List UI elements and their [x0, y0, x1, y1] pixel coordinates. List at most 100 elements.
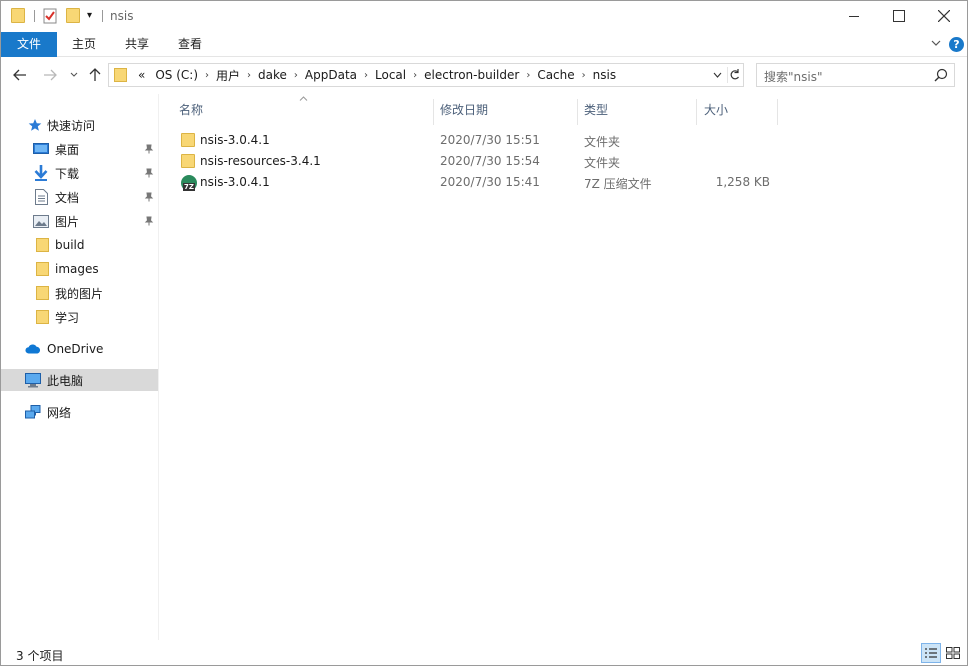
chevron-right-icon[interactable]: ›: [411, 70, 419, 81]
chevron-right-icon[interactable]: ›: [580, 70, 588, 81]
refresh-button[interactable]: [727, 67, 741, 83]
separator: [34, 10, 35, 22]
breadcrumb-local[interactable]: Local: [370, 68, 411, 82]
breadcrumb-nsis[interactable]: nsis: [588, 68, 621, 82]
nav-label: OneDrive: [47, 342, 104, 356]
nav-item-images[interactable]: images: [1, 258, 158, 280]
nav-label: 下载: [55, 166, 80, 181]
breadcrumb-overflow[interactable]: «: [133, 68, 150, 82]
nav-label: images: [55, 262, 99, 276]
separator: [102, 10, 103, 22]
forward-button[interactable]: [41, 66, 59, 84]
nav-label: 快速访问: [47, 118, 96, 133]
breadcrumb: « OS (C:) › 用户 › dake › AppData › Local …: [133, 64, 621, 86]
nav-item-onedrive[interactable]: OneDrive: [1, 338, 158, 360]
column-divider[interactable]: [433, 99, 434, 125]
nav-label: 桌面: [55, 142, 80, 157]
nav-item-my-pictures[interactable]: 我的图片: [1, 282, 158, 304]
chevron-right-icon[interactable]: ›: [292, 70, 300, 81]
folder-icon: [181, 154, 197, 170]
recent-locations-button[interactable]: [65, 66, 83, 84]
column-header-size[interactable]: 大小: [704, 99, 774, 125]
chevron-right-icon[interactable]: ›: [203, 70, 211, 81]
nav-item-quick-access[interactable]: 快速访问: [1, 114, 158, 136]
nav-item-pictures[interactable]: 图片: [1, 210, 158, 232]
properties-icon[interactable]: [43, 8, 58, 27]
nav-label: 学习: [55, 310, 80, 325]
breadcrumb-cache[interactable]: Cache: [532, 68, 579, 82]
nav-label: build: [55, 238, 85, 252]
nav-label: 文档: [55, 190, 80, 205]
minimize-button[interactable]: [831, 1, 877, 31]
breadcrumb-os-c[interactable]: OS (C:): [150, 68, 203, 82]
explorer-window: ▾ nsis 文件 主页 共享 查看 ? « OS (C:) › 用户 › da…: [0, 0, 968, 666]
navigation-bar: « OS (C:) › 用户 › dake › AppData › Local …: [1, 58, 967, 94]
nav-item-documents[interactable]: 文档: [1, 186, 158, 208]
folder-icon: [34, 309, 50, 325]
close-button[interactable]: [921, 1, 967, 31]
folder-icon: [114, 68, 127, 82]
table-row[interactable]: nsis-resources-3.4.1 2020/7/30 15:54 文件夹: [161, 151, 967, 172]
title-bar: ▾ nsis: [1, 1, 967, 32]
column-header-date[interactable]: 修改日期: [440, 99, 570, 125]
search-input[interactable]: 搜索"nsis": [756, 63, 955, 87]
nav-item-desktop[interactable]: 桌面: [1, 138, 158, 160]
large-icons-view-button[interactable]: [943, 643, 963, 663]
chevron-right-icon[interactable]: ›: [524, 70, 532, 81]
customize-quick-access-icon[interactable]: ▾: [87, 10, 92, 21]
search-icon[interactable]: [934, 68, 948, 82]
help-icon[interactable]: ?: [949, 37, 964, 52]
nav-item-build[interactable]: build: [1, 234, 158, 256]
column-divider[interactable]: [577, 99, 578, 125]
file-modified: 2020/7/30 15:41: [440, 175, 540, 189]
back-button[interactable]: [11, 66, 29, 84]
nav-item-study[interactable]: 学习: [1, 306, 158, 328]
pin-icon[interactable]: [144, 144, 154, 154]
cloud-icon: [25, 341, 41, 357]
desktop-icon: [33, 141, 49, 157]
details-view-button[interactable]: [921, 643, 941, 663]
arrow-right-icon: [44, 69, 57, 81]
column-divider[interactable]: [777, 99, 778, 125]
item-count: 3 个项目: [16, 649, 64, 663]
chevron-right-icon[interactable]: ›: [245, 70, 253, 81]
pin-icon[interactable]: [144, 216, 154, 226]
file-list: 名称 修改日期 类型 大小 nsis-3.0.4.1 2020/7/30 15:…: [161, 94, 967, 640]
table-row[interactable]: nsis-3.0.4.1 2020/7/30 15:51 文件夹: [161, 130, 967, 151]
breadcrumb-users[interactable]: 用户: [211, 67, 245, 84]
address-bar[interactable]: « OS (C:) › 用户 › dake › AppData › Local …: [108, 63, 744, 87]
column-header-name[interactable]: 名称: [179, 99, 429, 125]
address-history-button[interactable]: [711, 68, 723, 82]
pin-icon[interactable]: [144, 168, 154, 178]
column-divider[interactable]: [696, 99, 697, 125]
folder-icon: [34, 285, 50, 301]
navigation-pane: 快速访问 桌面 下载 文档 图片 build images 我的图片 学习 On…: [1, 94, 159, 640]
nav-label: 此电脑: [47, 373, 84, 388]
tab-share[interactable]: 共享: [111, 32, 163, 57]
up-button[interactable]: [86, 66, 104, 84]
nav-item-this-pc[interactable]: 此电脑: [1, 369, 158, 391]
pin-icon[interactable]: [144, 192, 154, 202]
column-header-type[interactable]: 类型: [584, 99, 694, 125]
tab-view[interactable]: 查看: [165, 32, 215, 57]
window-title: nsis: [110, 9, 134, 23]
computer-icon: [25, 372, 41, 388]
new-folder-icon[interactable]: [66, 8, 80, 23]
document-icon: [33, 189, 49, 205]
breadcrumb-dake[interactable]: dake: [253, 68, 292, 82]
download-icon: [33, 165, 49, 181]
chevron-down-icon: [70, 72, 78, 77]
expand-ribbon-icon[interactable]: [931, 38, 941, 48]
file-type: 文件夹: [584, 156, 621, 170]
breadcrumb-appdata[interactable]: AppData: [300, 68, 362, 82]
nav-item-downloads[interactable]: 下载: [1, 162, 158, 184]
breadcrumb-electron-builder[interactable]: electron-builder: [419, 68, 524, 82]
maximize-button[interactable]: [876, 1, 922, 31]
nav-item-network[interactable]: 网络: [1, 401, 158, 423]
folder-icon: [11, 8, 25, 23]
arrow-up-icon: [89, 68, 101, 81]
chevron-right-icon[interactable]: ›: [362, 70, 370, 81]
tab-file[interactable]: 文件: [1, 32, 57, 57]
table-row[interactable]: 7Z nsis-3.0.4.1 2020/7/30 15:41 7Z 压缩文件 …: [161, 172, 967, 193]
tab-home[interactable]: 主页: [59, 32, 109, 57]
